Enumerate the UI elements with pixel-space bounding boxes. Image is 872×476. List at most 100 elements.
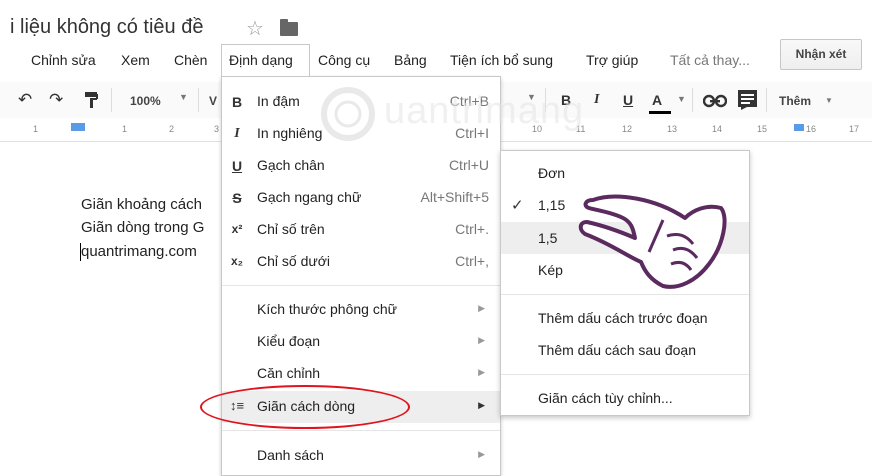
menu-edit[interactable]: Chỉnh sửa xyxy=(29,52,98,68)
menu-item-label: Căn chỉnh xyxy=(257,365,321,381)
underline-icon[interactable]: U xyxy=(623,92,633,108)
menu-item-subscript[interactable]: x₂ Chỉ số dưới Ctrl+, xyxy=(222,246,500,278)
shortcut-label: Alt+Shift+5 xyxy=(420,189,490,205)
submenu-arrow-icon: ▶ xyxy=(478,367,485,377)
menu-format[interactable]: Định dạng xyxy=(221,44,310,76)
shortcut-label: Ctrl+, xyxy=(455,253,489,269)
menu-tools[interactable]: Công cụ xyxy=(316,52,372,68)
menu-divider xyxy=(501,374,749,375)
all-changes-saved-link[interactable]: Tất cả thay... xyxy=(670,52,750,68)
menu-insert[interactable]: Chèn xyxy=(172,52,209,68)
menu-item-underline[interactable]: U Gạch chân Ctrl+U xyxy=(222,150,500,182)
highlight-ellipse xyxy=(200,385,410,429)
link-icon[interactable] xyxy=(702,94,728,108)
submenu-arrow-icon: ▶ xyxy=(478,449,485,459)
document-title[interactable]: i liệu không có tiêu đề xyxy=(10,16,203,39)
text-color-icon[interactable]: A xyxy=(652,92,662,108)
custom-spacing[interactable]: Giãn cách tùy chỉnh... xyxy=(501,382,749,414)
menu-help[interactable]: Trợ giúp xyxy=(584,52,640,68)
document-line[interactable]: quantrimang.com xyxy=(81,243,197,260)
add-space-before-paragraph[interactable]: Thêm dấu cách trước đoạn xyxy=(501,302,749,334)
paint-format-icon[interactable] xyxy=(84,91,98,109)
shortcut-label: Ctrl+. xyxy=(455,221,489,237)
folder-icon[interactable] xyxy=(280,19,298,36)
toolbar-divider xyxy=(766,88,767,112)
menu-item-label: In nghiêng xyxy=(257,125,323,141)
right-indent-marker-icon[interactable] xyxy=(794,124,804,131)
ruler-number: 14 xyxy=(712,124,723,134)
submenu-item-label: 1,5 xyxy=(538,230,558,246)
submenu-item-label: Thêm dấu cách trước đoạn xyxy=(538,310,708,326)
menu-table[interactable]: Bảng xyxy=(392,52,429,68)
menu-divider xyxy=(222,285,500,286)
strikethrough-icon: S xyxy=(232,190,242,206)
insert-comment-icon[interactable] xyxy=(738,90,757,110)
bold-icon[interactable]: B xyxy=(561,92,571,108)
checkmark-icon: ✓ xyxy=(511,197,524,214)
menu-item-label: In đậm xyxy=(257,93,300,109)
chevron-down-icon: ▼ xyxy=(825,96,833,105)
menu-item-label: Gạch ngang chữ xyxy=(257,189,362,205)
toolbar-divider xyxy=(545,88,546,112)
ruler-number: 13 xyxy=(667,124,678,134)
chevron-down-icon: ▼ xyxy=(179,92,188,102)
indent-marker-icon[interactable] xyxy=(71,123,85,131)
menu-item-font-size[interactable]: Kích thước phông chữ ▶ xyxy=(222,294,500,326)
ruler-number: 10 xyxy=(532,124,543,134)
subscript-icon: x₂ xyxy=(230,254,243,268)
comment-button[interactable]: Nhận xét xyxy=(780,39,862,70)
document-line[interactable]: Giãn dòng trong G xyxy=(81,219,204,236)
submenu-item-label: Kép xyxy=(538,262,563,278)
chevron-down-icon: ▼ xyxy=(527,92,536,102)
shortcut-label: Ctrl+U xyxy=(448,157,489,173)
menu-item-label: Kiểu đoạn xyxy=(257,333,321,349)
italic-icon[interactable]: I xyxy=(594,92,599,108)
zoom-select[interactable]: 100% xyxy=(130,94,161,108)
toolbar-divider xyxy=(692,88,693,112)
underline-icon: U xyxy=(231,158,243,174)
menu-addons[interactable]: Tiện ích bổ sung xyxy=(448,52,555,68)
star-icon[interactable]: ☆ xyxy=(246,16,264,41)
menu-item-label: Danh sách xyxy=(257,447,324,463)
shortcut-label: Ctrl+B xyxy=(449,93,489,109)
submenu-arrow-icon: ▶ xyxy=(478,303,485,313)
superscript-icon: x² xyxy=(231,222,243,236)
style-select[interactable]: V xyxy=(209,94,217,108)
bold-icon: B xyxy=(231,94,243,110)
ruler-number: 16 xyxy=(806,124,817,134)
ruler-number: 15 xyxy=(757,124,768,134)
menu-item-align[interactable]: Căn chỉnh ▶ xyxy=(222,358,500,390)
toolbar-divider xyxy=(198,88,199,112)
chevron-down-icon: ▼ xyxy=(677,94,686,104)
italic-icon: I xyxy=(234,126,240,141)
submenu-item-label: Thêm dấu cách sau đoạn xyxy=(538,342,696,358)
more-button[interactable]: Thêm xyxy=(779,94,811,108)
menu-item-paragraph-styles[interactable]: Kiểu đoạn ▶ xyxy=(222,326,500,358)
document-line[interactable]: Giãn khoảng cách xyxy=(81,196,202,213)
submenu-item-label: Giãn cách tùy chỉnh... xyxy=(538,390,673,406)
submenu-arrow-icon: ▶ xyxy=(478,400,485,410)
menu-item-italic[interactable]: I In nghiêng Ctrl+I xyxy=(222,118,500,150)
menu-item-lists[interactable]: Danh sách ▶ xyxy=(222,440,500,472)
text-color-swatch xyxy=(649,111,671,114)
ruler-number: 1 xyxy=(122,124,128,134)
toolbar-divider xyxy=(111,88,112,112)
menu-item-strikethrough[interactable]: S Gạch ngang chữ Alt+Shift+5 xyxy=(222,182,500,214)
menu-item-label: Chỉ số trên xyxy=(257,221,325,237)
menu-item-label: Kích thước phông chữ xyxy=(257,301,397,317)
menu-view[interactable]: Xem xyxy=(119,52,152,68)
ruler-number: 17 xyxy=(849,124,860,134)
shortcut-label: Ctrl+I xyxy=(455,125,489,141)
redo-icon[interactable]: ↷ xyxy=(49,90,63,110)
ruler-number: 2 xyxy=(169,124,175,134)
menu-divider xyxy=(222,430,500,431)
pointing-hand-icon xyxy=(575,160,735,300)
menu-item-label: Gạch chân xyxy=(257,157,325,173)
menu-item-bold[interactable]: B In đậm Ctrl+B xyxy=(222,86,500,118)
ruler-number: 1 xyxy=(33,124,39,134)
add-space-after-paragraph[interactable]: Thêm dấu cách sau đoạn xyxy=(501,334,749,366)
undo-icon[interactable]: ↶ xyxy=(18,90,32,110)
menu-item-superscript[interactable]: x² Chỉ số trên Ctrl+. xyxy=(222,214,500,246)
ruler-number: 12 xyxy=(622,124,633,134)
submenu-item-label: Đơn xyxy=(538,165,566,181)
